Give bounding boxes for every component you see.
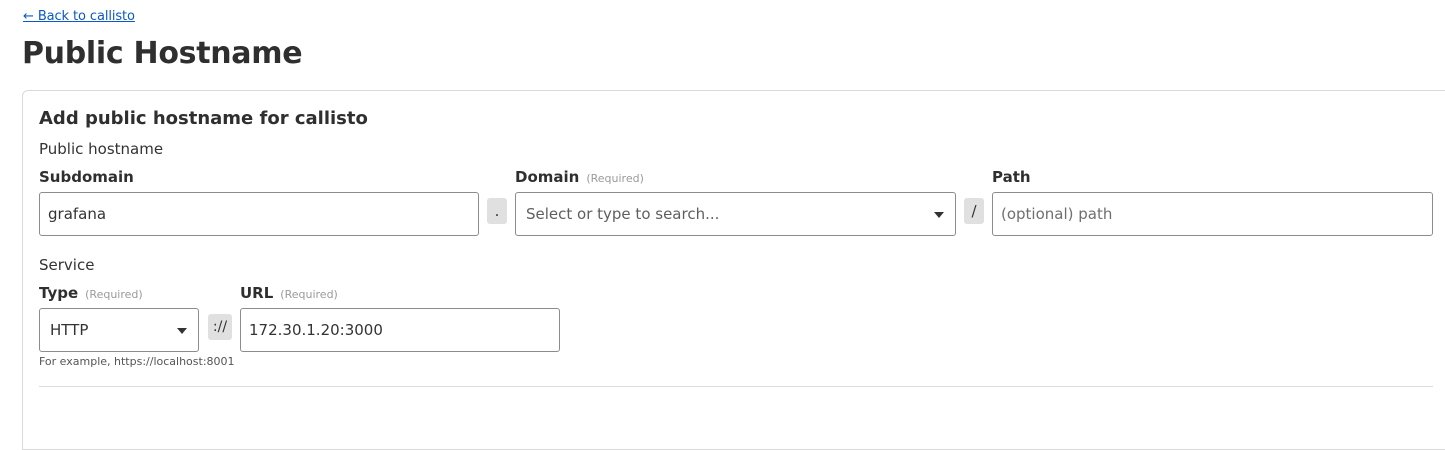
domain-label-text: Domain [515, 168, 580, 186]
url-required-hint: (Required) [280, 288, 338, 301]
domain-select-placeholder: Select or type to search... [526, 205, 720, 223]
type-label-text: Type [39, 284, 79, 302]
service-type-select[interactable]: HTTP [39, 308, 199, 352]
path-label-text: Path [992, 168, 1031, 186]
dot-separator: . [487, 198, 507, 224]
slash-separator: / [964, 198, 984, 224]
subdomain-label: Subdomain [39, 168, 134, 186]
url-label-text: URL [240, 284, 274, 302]
domain-label: Domain (Required) [515, 168, 644, 186]
chevron-down-icon [177, 328, 187, 334]
path-label: Path [992, 168, 1031, 186]
domain-select[interactable]: Select or type to search... [515, 192, 956, 236]
form-title: Add public hostname for callisto [39, 108, 368, 129]
domain-required-hint: (Required) [586, 172, 644, 185]
chevron-down-icon [934, 212, 944, 218]
path-input[interactable] [992, 192, 1433, 236]
subdomain-input[interactable] [39, 192, 479, 236]
add-hostname-card: Add public hostname for callisto Public … [22, 90, 1445, 450]
service-help-text: For example, https://localhost:8001 [39, 355, 235, 368]
type-required-hint: (Required) [85, 288, 143, 301]
page-title: Public Hostname [22, 36, 303, 71]
subdomain-label-text: Subdomain [39, 168, 134, 186]
service-section-label: Service [39, 256, 95, 274]
scheme-separator: :// [208, 314, 232, 340]
service-type-value: HTTP [50, 321, 89, 339]
url-input[interactable] [240, 308, 560, 352]
back-link[interactable]: ← Back to callisto [23, 9, 135, 24]
type-label: Type (Required) [39, 284, 143, 302]
public-hostname-section-label: Public hostname [39, 140, 164, 158]
url-label: URL (Required) [240, 284, 338, 302]
section-divider [39, 386, 1433, 387]
